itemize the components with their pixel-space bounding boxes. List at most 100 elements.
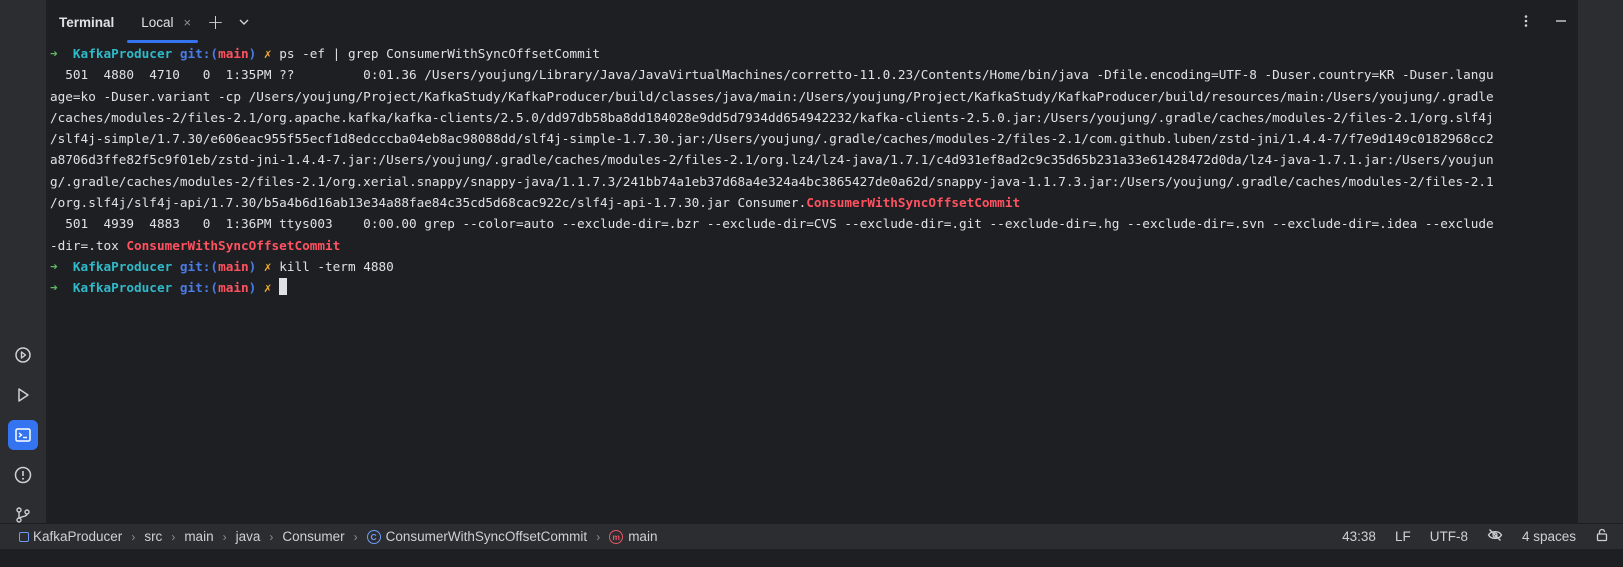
prompt-git-label: git:( (179, 280, 219, 296)
terminal-icon (15, 428, 31, 442)
caret-position[interactable]: 43:38 (1342, 529, 1376, 544)
terminal-line: g/.gradle/caches/modules-2/files-2.1/org… (50, 171, 1562, 192)
terminal-tabbar: Terminal Local × + (46, 0, 1578, 44)
minimize-icon[interactable] (1554, 13, 1568, 32)
terminal-line: age=ko -Duser.variant -cp /Users/youjung… (50, 86, 1562, 107)
chevron-right-icon: › (353, 529, 358, 544)
git-icon (16, 507, 30, 523)
prompt-git-label: git:( (179, 258, 219, 274)
terminal-line: ➜ KafkaProducer git:(main) ✗ ps -ef | gr… (50, 43, 1562, 64)
breadcrumb-label: Consumer (282, 529, 345, 544)
prompt-branch: main (218, 258, 249, 274)
chevron-down-icon[interactable] (238, 16, 250, 28)
method-icon: m (609, 529, 624, 544)
terminal-cursor (279, 278, 288, 296)
chevron-right-icon: › (269, 529, 274, 544)
output-text: -dir=.tox (50, 237, 127, 253)
breadcrumb-label: java (235, 529, 261, 544)
left-toolbar (0, 340, 46, 530)
grep-match: ConsumerWithSyncOffsetCommit (806, 195, 1021, 211)
prompt-directory: KafkaProducer (72, 280, 173, 296)
prompt-arrow: ➜ (50, 46, 58, 61)
tab-local[interactable]: Local × (127, 0, 199, 44)
breadcrumb: KafkaProducer › src › main › java › Consumer › C Co… (19, 529, 657, 544)
terminal-line: /slf4j-simple/1.7.30/e606eac955f55ecf1d8… (50, 128, 1562, 149)
breadcrumb-label: main (184, 529, 214, 544)
status-bar: KafkaProducer › src › main › java › Consumer › C Co… (0, 523, 1623, 549)
prompt-arrow: ➜ (50, 258, 58, 274)
prompt-directory: KafkaProducer (72, 258, 173, 274)
prompt-git-label: git:( (179, 46, 219, 61)
terminal-output[interactable]: ➜ KafkaProducer git:(main) ✗ ps -ef | gr… (50, 43, 1562, 299)
indent-setting[interactable]: 4 spaces (1522, 529, 1576, 544)
breadcrumb-item[interactable]: Consumer (282, 529, 344, 544)
prompt-directory: KafkaProducer (72, 46, 173, 61)
prompt-command: kill -term 4880 (279, 258, 394, 274)
left-tool-strip (0, 0, 47, 539)
output-text: a8706d3ffe82f5c9f01eb/zstd-jni-1.4.4-7.j… (50, 152, 1494, 168)
tabbar-actions (1520, 0, 1568, 44)
terminal-line: ➜ KafkaProducer git:(main) ✗ kill -term … (50, 256, 1562, 277)
terminal-line: /caches/modules-2/files-2.1/org.apache.k… (50, 107, 1562, 128)
terminal-line: 501 4880 4710 0 1:35PM ?? 0:01.36 /Users… (50, 64, 1562, 85)
services-button[interactable] (8, 340, 38, 370)
breadcrumb-item[interactable]: main (184, 529, 213, 544)
chevron-right-icon: › (222, 529, 227, 544)
grep-match: ConsumerWithSyncOffsetCommit (126, 237, 341, 253)
class-icon: C (366, 529, 381, 544)
terminal-line: -dir=.tox ConsumerWithSyncOffsetCommit (50, 235, 1562, 256)
breadcrumb-item[interactable]: java (236, 529, 261, 544)
right-tool-strip (1578, 0, 1623, 539)
output-text: g/.gradle/caches/modules-2/files-2.1/org… (50, 173, 1494, 189)
terminal-line: 501 4939 4883 0 1:36PM ttys003 0:00.00 g… (50, 213, 1562, 234)
output-text: /slf4j-simple/1.7.30/e606eac955f55ecf1d8… (50, 131, 1494, 147)
prompt-git-close: ) (248, 280, 257, 296)
output-text: /caches/modules-2/files-2.1/org.apache.k… (50, 109, 1494, 125)
breadcrumb-item[interactable]: C ConsumerWithSyncOffsetCommit (366, 529, 588, 544)
terminal-line: /org.slf4j/slf4j-api/1.7.30/b5a4b6d16ab1… (50, 192, 1562, 213)
line-ending[interactable]: LF (1395, 529, 1411, 544)
prompt-branch: main (218, 46, 249, 61)
close-icon[interactable]: × (184, 15, 192, 30)
terminal-button[interactable] (8, 420, 38, 450)
add-tab-icon[interactable]: + (207, 10, 224, 34)
lock-icon[interactable] (1595, 528, 1609, 545)
output-text: /org.slf4j/slf4j-api/1.7.30/b5a4b6d16ab1… (50, 195, 807, 211)
panel-title: Terminal (59, 14, 115, 30)
terminal-line: a8706d3ffe82f5c9f01eb/zstd-jni-1.4.4-7.j… (50, 149, 1562, 170)
chevron-right-icon: › (596, 529, 601, 544)
file-encoding[interactable]: UTF-8 (1430, 529, 1468, 544)
prompt-dirty-mark: ✗ (263, 46, 272, 61)
breadcrumb-label: main (628, 529, 658, 544)
breadcrumb-label: ConsumerWithSyncOffsetCommit (385, 529, 588, 544)
status-widgets: 43:38 LF UTF-8 4 spaces (1342, 524, 1609, 549)
breadcrumb-item[interactable]: KafkaProducer (19, 529, 122, 544)
run-icon (18, 388, 29, 402)
output-text: 501 4880 4710 0 1:35PM ?? 0:01.36 /Users… (50, 67, 1494, 83)
breadcrumb-item[interactable]: m main (609, 529, 657, 544)
prompt-git-close: ) (248, 46, 257, 61)
prompt-branch: main (218, 280, 249, 296)
run-button[interactable] (8, 380, 38, 410)
prompt-dirty-mark: ✗ (263, 258, 272, 274)
prompt-arrow: ➜ (50, 280, 58, 296)
breadcrumb-label: KafkaProducer (33, 529, 123, 544)
output-text: 501 4939 4883 0 1:36PM ttys003 0:00.00 g… (50, 216, 1494, 232)
more-options-icon[interactable] (1520, 13, 1532, 32)
problems-icon (14, 466, 32, 484)
prompt-dirty-mark: ✗ (263, 280, 272, 296)
terminal-line: ➜ KafkaProducer git:(main) ✗ (50, 277, 1562, 298)
problems-button[interactable] (8, 460, 38, 490)
output-text: age=ko -Duser.variant -cp /Users/youjung… (50, 88, 1494, 104)
module-icon (19, 531, 29, 542)
readonly-eye-icon[interactable] (1487, 528, 1503, 545)
terminal-panel: Terminal Local × + ➜ KafkaProducer git:(… (46, 0, 1578, 539)
breadcrumb-label: src (144, 529, 163, 544)
chevron-right-icon: › (131, 529, 136, 544)
services-icon (15, 347, 31, 363)
prompt-command: ps -ef | grep ConsumerWithSyncOffsetComm… (279, 46, 601, 61)
prompt-git-close: ) (248, 258, 257, 274)
breadcrumb-item[interactable]: src (144, 529, 162, 544)
tab-label: Local (141, 14, 174, 30)
chevron-right-icon: › (171, 529, 176, 544)
